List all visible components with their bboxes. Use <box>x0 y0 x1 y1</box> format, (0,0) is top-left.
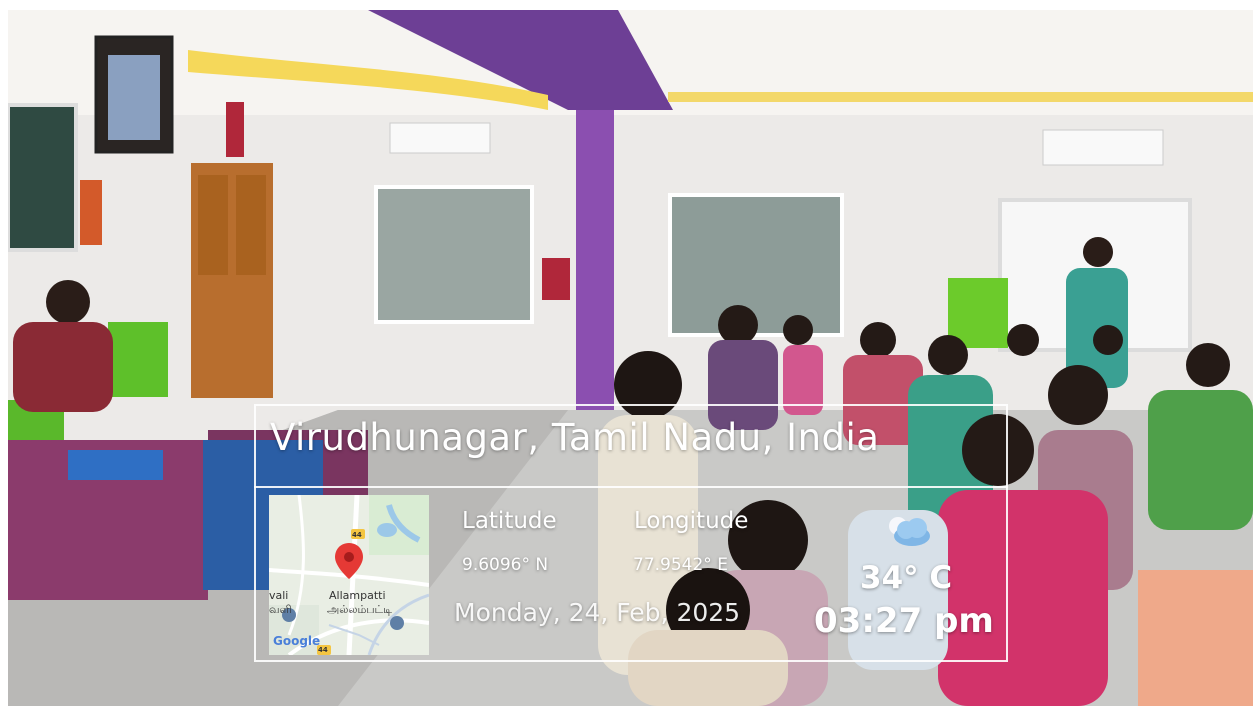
location-title: Virudhunagar, Tamil Nadu, India <box>270 416 880 459</box>
map-partial-label: vali <box>269 589 289 602</box>
location-map[interactable]: 44 44 Allampatti அல்லம்பட்டி vali வளி Go… <box>269 495 429 655</box>
temperature-text: 34° C <box>860 560 953 596</box>
time-text: 03:27 pm <box>814 601 994 641</box>
latitude-label: Latitude <box>462 508 557 534</box>
partly-cloudy-icon <box>882 510 934 552</box>
map-place-label: Allampatti <box>329 589 386 602</box>
date-text: Monday, 24, Feb, 2025 <box>454 598 741 627</box>
geotag-divider <box>254 486 1008 488</box>
map-place-label-tamil: அல்லம்பட்டி <box>327 603 393 616</box>
latitude-value: 9.6096° N <box>462 555 549 575</box>
longitude-value: 77.9542° E <box>633 555 728 575</box>
map-graphic <box>269 495 429 655</box>
longitude-label: Longitude <box>634 508 749 534</box>
map-partial-label-tamil: வளி <box>269 603 292 616</box>
road-shield-top-label: 44 <box>352 531 362 539</box>
google-logo: Google <box>273 634 321 648</box>
